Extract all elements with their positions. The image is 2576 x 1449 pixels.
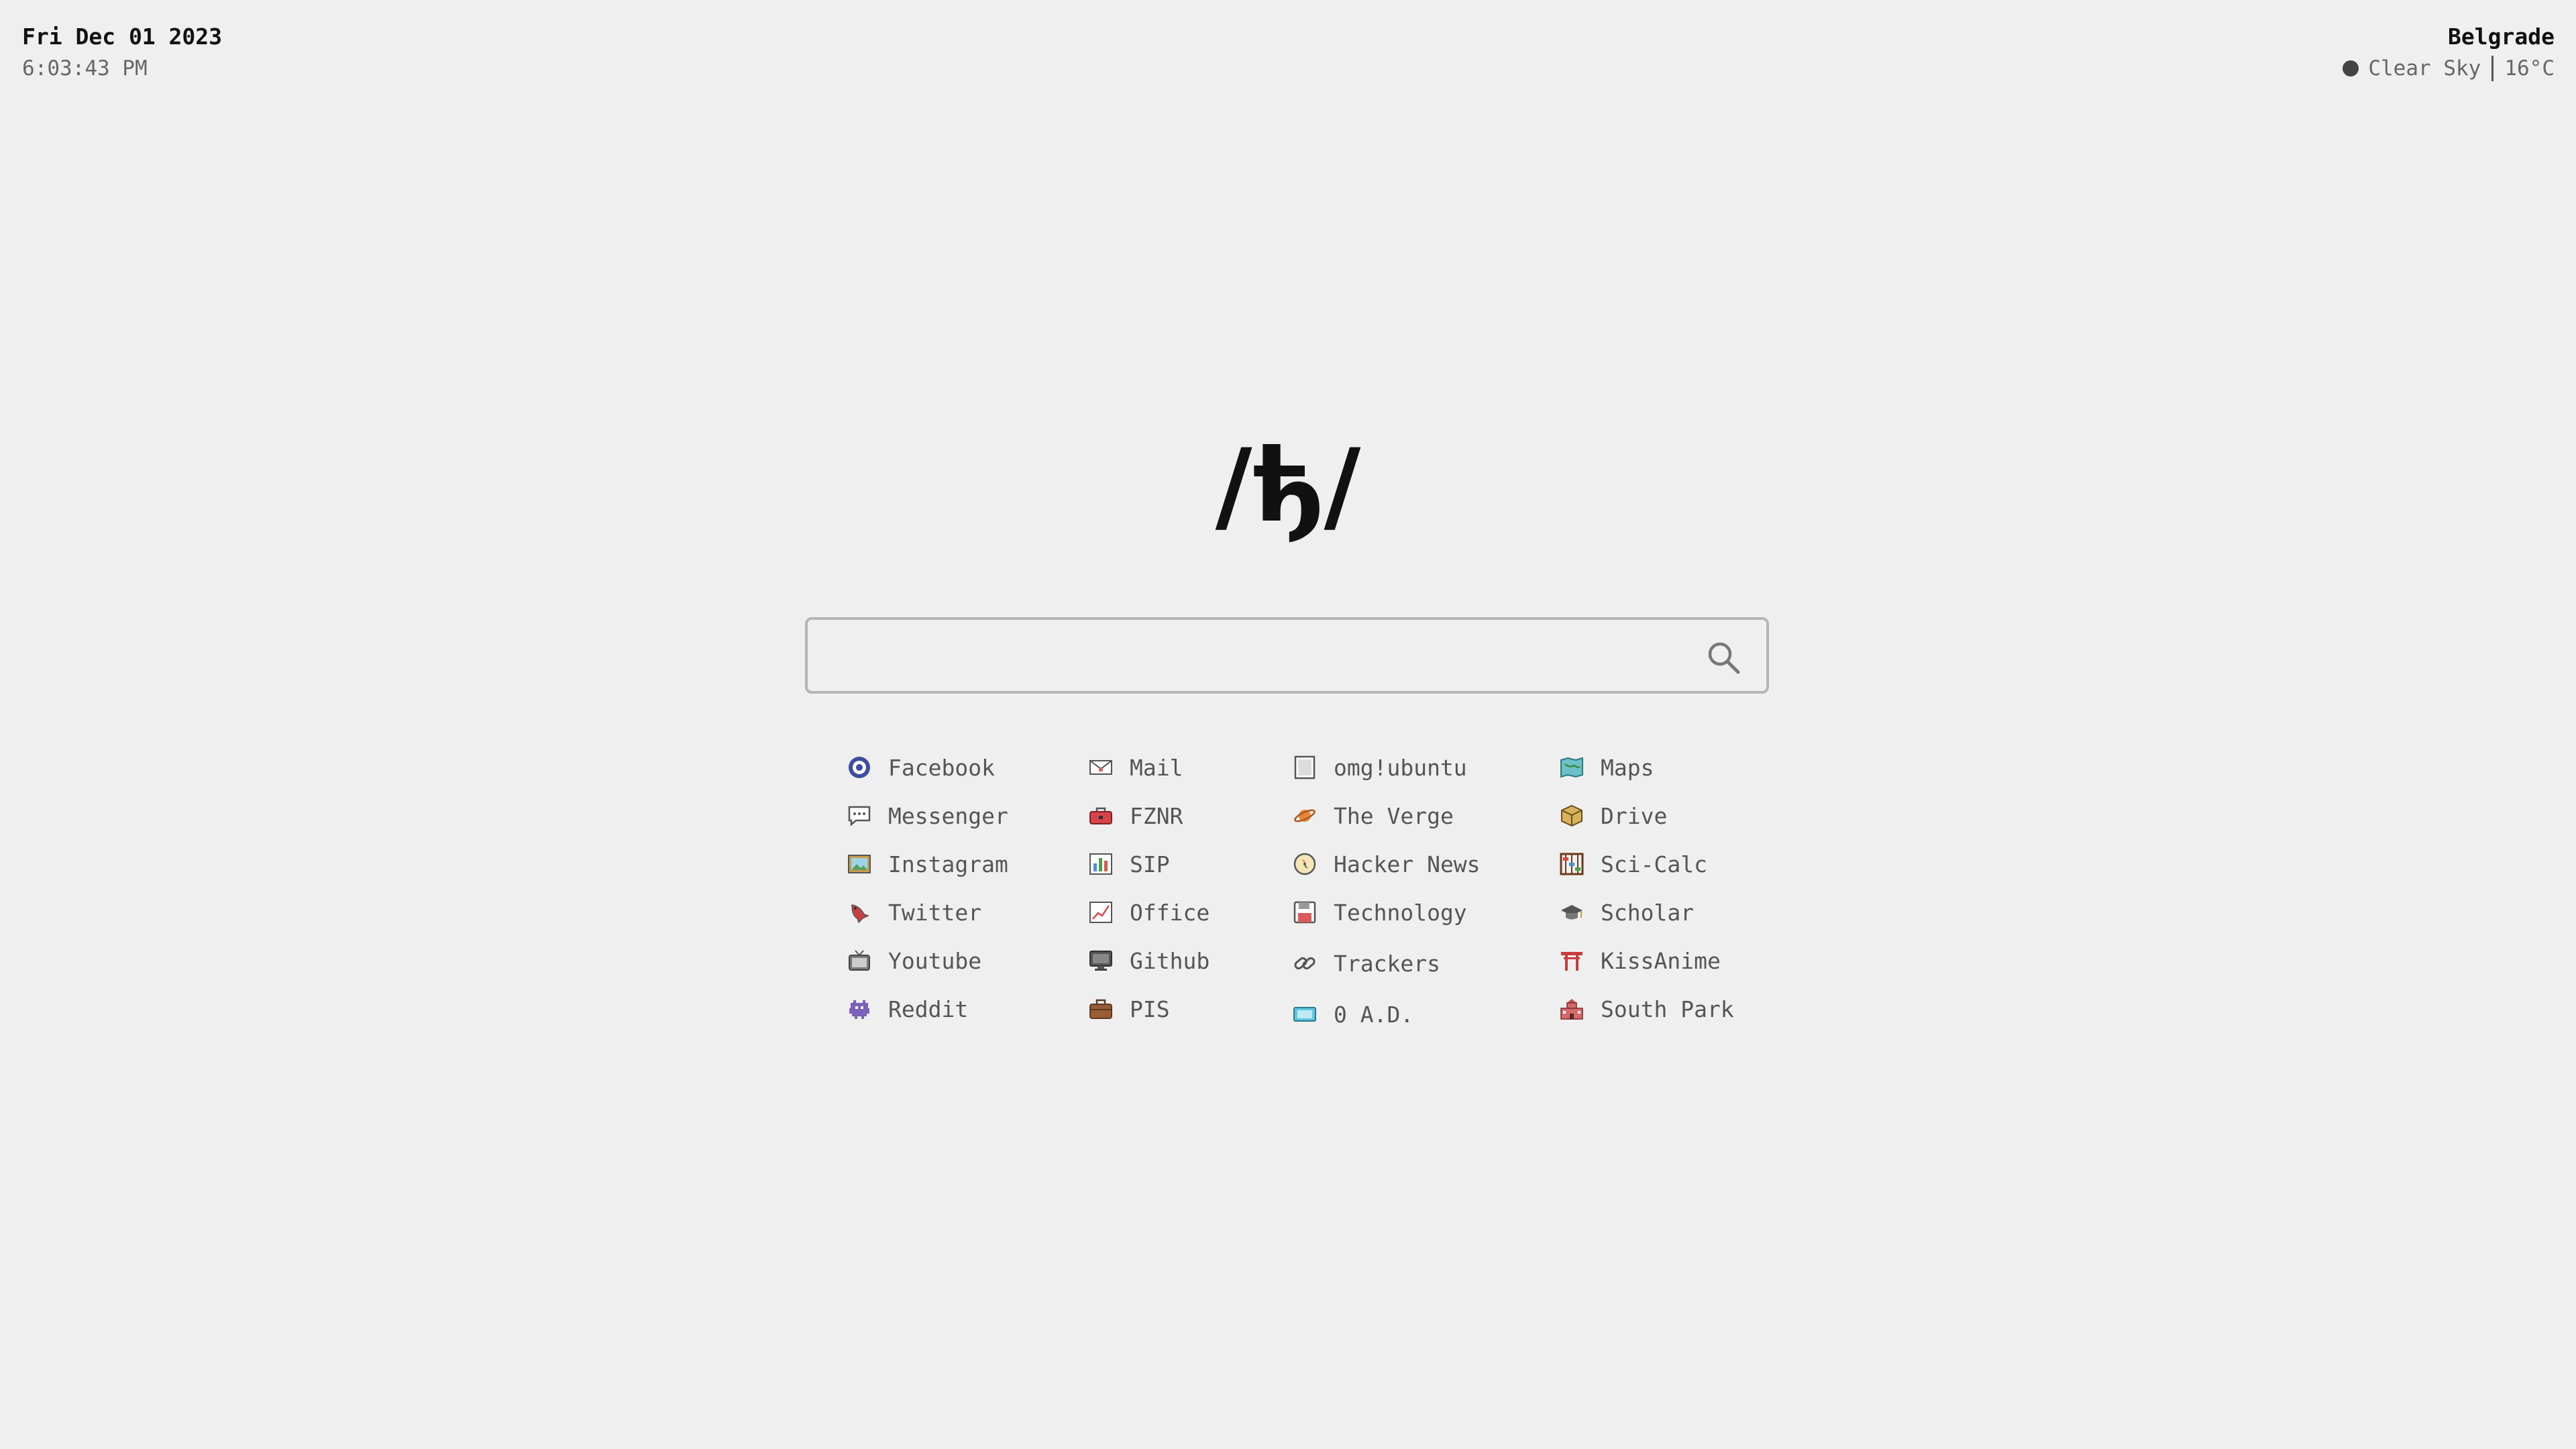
bookmark-column-2: Mail FZNR SIP Office Github PIS (1088, 743, 1210, 1033)
link-youtube[interactable]: Youtube (847, 936, 1008, 985)
city-name: Belgrade (2448, 23, 2555, 50)
link-label: Youtube (888, 947, 982, 974)
link-label: Technology (1334, 899, 1467, 926)
torii-gate-icon (1559, 948, 1585, 973)
weather-conditions: Clear Sky 16°C (2343, 52, 2555, 85)
link-0ad[interactable]: 0 A.D. (1292, 990, 1481, 1038)
divider (2491, 56, 2494, 81)
link-label: Maps (1601, 754, 1654, 781)
link-kissanime[interactable]: KissAnime (1559, 936, 1734, 985)
floppy-disk-icon (1292, 900, 1318, 925)
link-label: Instagram (888, 851, 1008, 877)
weather-condition: Clear Sky (2368, 56, 2481, 80)
search-input[interactable] (824, 620, 1665, 692)
link-mail[interactable]: Mail (1088, 743, 1210, 792)
weather-status-icon (2343, 60, 2359, 76)
link-south-park[interactable]: South Park (1559, 985, 1734, 1033)
envelope-icon (1088, 755, 1114, 780)
link-maps[interactable]: Maps (1559, 743, 1734, 792)
television-icon (847, 948, 872, 973)
desktop-computer-icon (1088, 948, 1114, 973)
link-icon (1292, 951, 1318, 976)
link-fznr[interactable]: FZNR (1088, 792, 1210, 840)
graduation-cap-icon (1559, 900, 1585, 925)
link-facebook[interactable]: Facebook (847, 743, 1008, 792)
link-label: The Verge (1334, 802, 1454, 829)
link-label: Github (1130, 947, 1210, 974)
search-box[interactable] (805, 617, 1769, 694)
datetime-widget: Fri Dec 01 2023 6:03:43 PM (22, 21, 222, 85)
link-label: KissAnime (1601, 947, 1721, 974)
link-office[interactable]: Office (1088, 888, 1210, 936)
link-label: SIP (1130, 851, 1170, 877)
link-label: FZNR (1130, 802, 1183, 829)
abacus-icon (1559, 851, 1585, 877)
link-label: Office (1130, 899, 1210, 926)
picture-frame-icon (847, 851, 872, 877)
link-label: Sci-Calc (1601, 851, 1707, 877)
link-twitter[interactable]: Twitter (847, 888, 1008, 936)
weather-widget: Belgrade Clear Sky 16°C (2343, 21, 2555, 85)
logo: /ђ/ (1215, 428, 1361, 545)
bookmark-column-3: omg!ubuntu The Verge Hacker News Technol… (1292, 743, 1481, 1038)
link-sip[interactable]: SIP (1088, 840, 1210, 888)
startpage: Fri Dec 01 2023 6:03:43 PM Belgrade Clea… (0, 0, 2576, 1449)
link-label: Mail (1130, 754, 1183, 781)
school-building-icon (1559, 996, 1585, 1022)
link-scholar[interactable]: Scholar (1559, 888, 1734, 936)
link-label: 0 A.D. (1334, 1001, 1414, 1028)
search-icon[interactable] (1706, 640, 1741, 675)
time-display: 6:03:43 PM (22, 56, 148, 80)
link-label: South Park (1601, 996, 1734, 1022)
compass-icon (1292, 851, 1318, 877)
link-pis[interactable]: PIS (1088, 985, 1210, 1033)
link-label: Facebook (888, 754, 995, 781)
link-trackers[interactable]: Trackers (1292, 936, 1481, 990)
link-reddit[interactable]: Reddit (847, 985, 1008, 1033)
link-label: Messenger (888, 802, 1008, 829)
briefcase-icon (1088, 996, 1114, 1022)
bookmark-column-4: Maps Drive Sci-Calc Scholar KissAnime So… (1559, 743, 1734, 1033)
map-icon (1559, 755, 1585, 780)
alien-monster-icon (847, 996, 872, 1022)
link-technology[interactable]: Technology (1292, 888, 1481, 936)
link-omgubuntu[interactable]: omg!ubuntu (1292, 743, 1481, 792)
link-label: Twitter (888, 899, 982, 926)
ringed-planet-icon (1292, 803, 1318, 828)
link-label: PIS (1130, 996, 1170, 1022)
bird-icon (847, 900, 872, 925)
trending-chart-icon (1088, 900, 1114, 925)
bookmark-column-1: Facebook Messenger Instagram Twitter You… (847, 743, 1008, 1033)
link-label: Drive (1601, 802, 1668, 829)
link-label: omg!ubuntu (1334, 754, 1467, 781)
link-messenger[interactable]: Messenger (847, 792, 1008, 840)
link-sci-calc[interactable]: Sci-Calc (1559, 840, 1734, 888)
bar-chart-icon (1088, 851, 1114, 877)
link-drive[interactable]: Drive (1559, 792, 1734, 840)
game-cartridge-icon (1292, 1002, 1318, 1027)
link-github[interactable]: Github (1088, 936, 1210, 985)
date-display: Fri Dec 01 2023 (22, 23, 223, 50)
link-label: Reddit (888, 996, 969, 1022)
link-label: Scholar (1601, 899, 1695, 926)
link-label: Trackers (1334, 950, 1440, 977)
page-icon (1292, 755, 1318, 780)
facebook-icon (847, 755, 872, 780)
weather-temperature: 16°C (2504, 56, 2555, 80)
link-the-verge[interactable]: The Verge (1292, 792, 1481, 840)
link-label: Hacker News (1334, 851, 1481, 877)
speech-bubble-icon (847, 803, 872, 828)
link-instagram[interactable]: Instagram (847, 840, 1008, 888)
link-hacker-news[interactable]: Hacker News (1292, 840, 1481, 888)
toolbox-icon (1088, 803, 1114, 828)
package-icon (1559, 803, 1585, 828)
